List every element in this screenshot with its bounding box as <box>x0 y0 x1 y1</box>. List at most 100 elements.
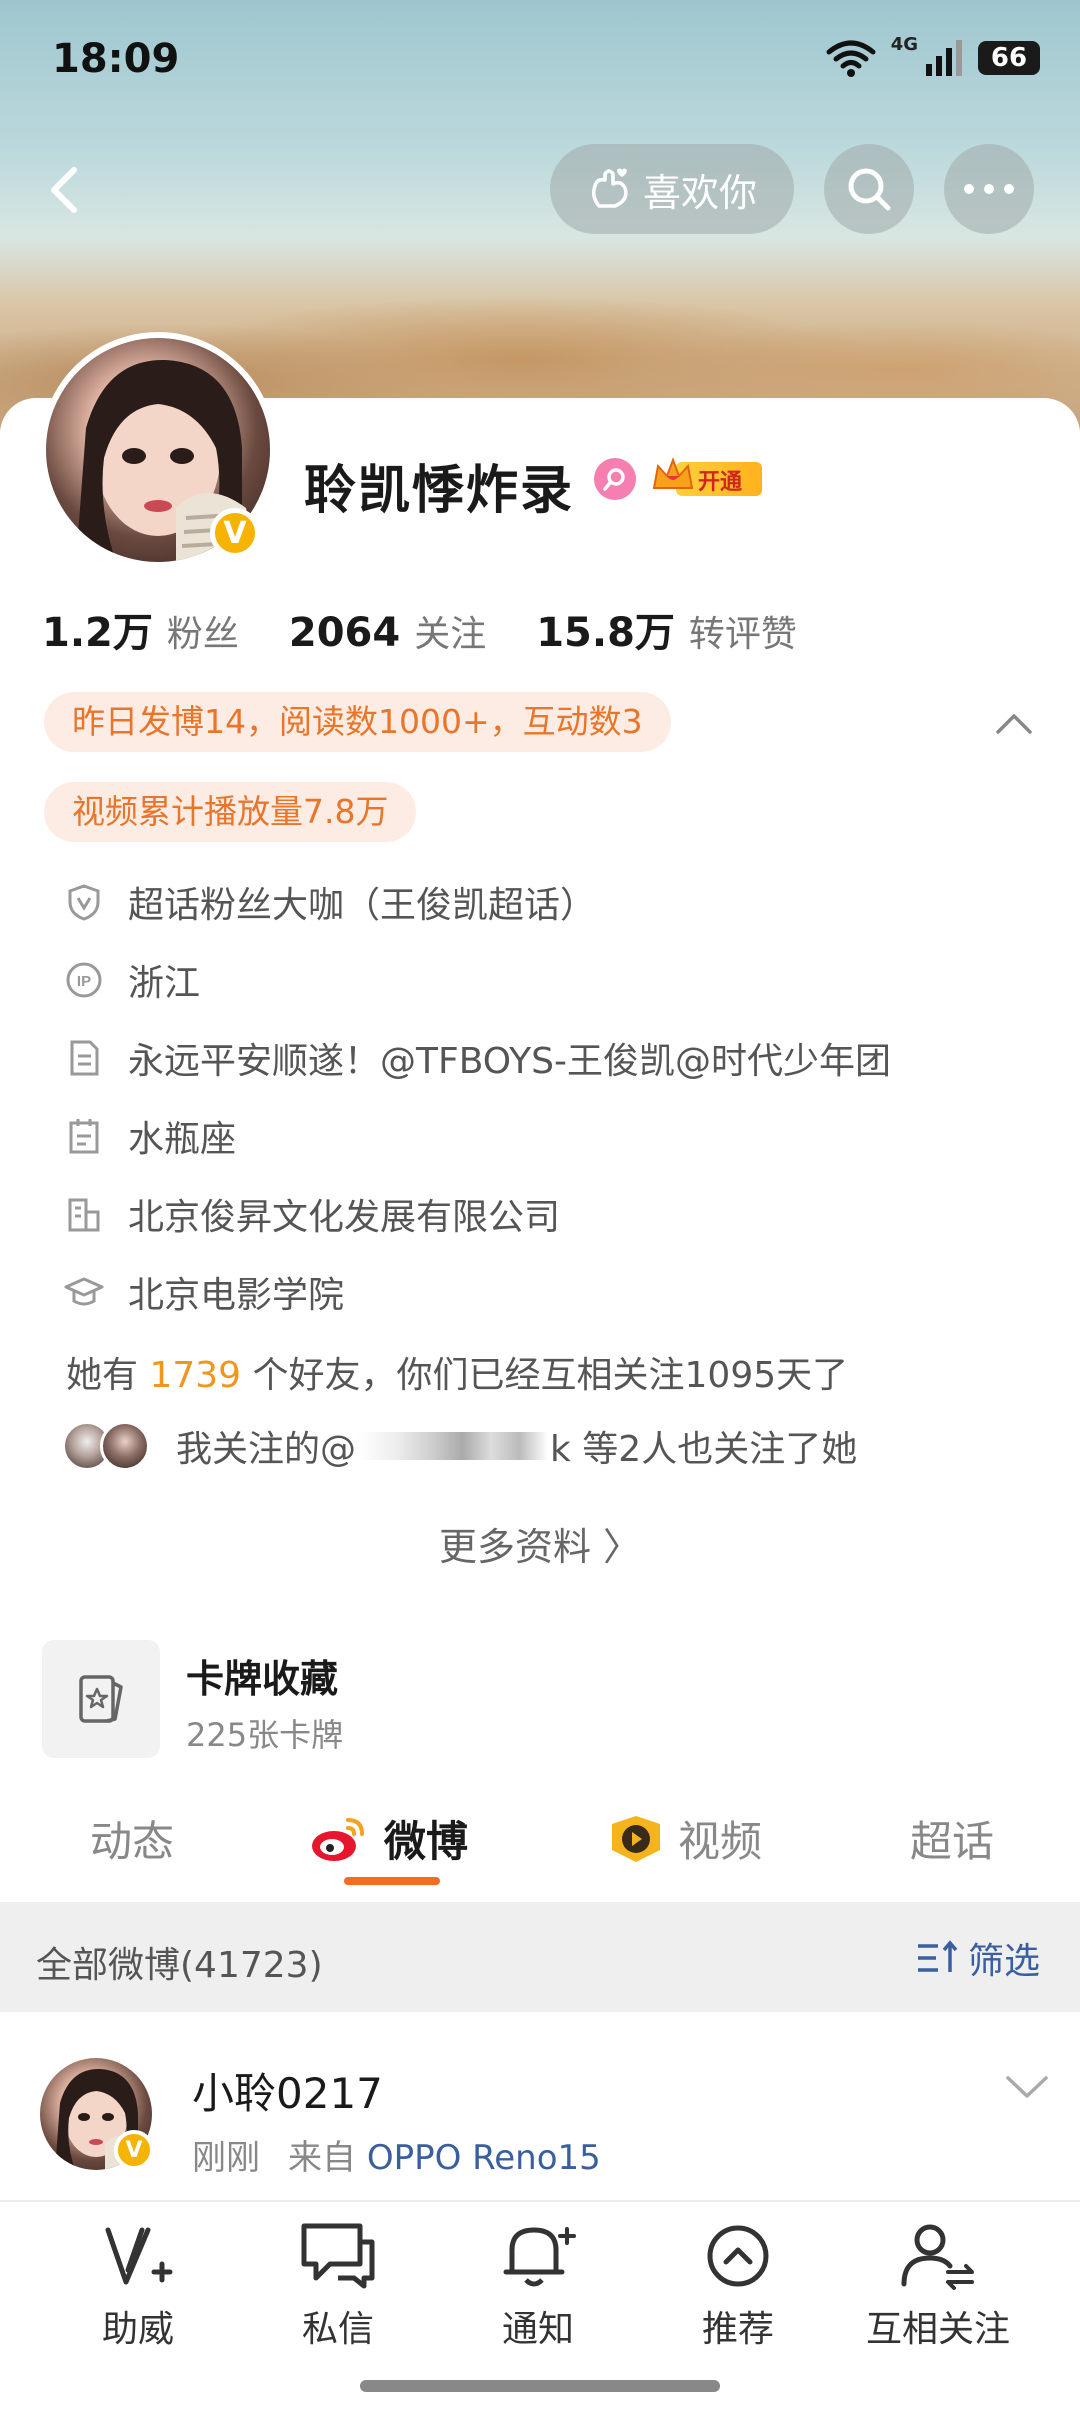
post-time: 刚刚 <box>192 2138 260 2178</box>
like-you-button[interactable]: 喜欢你 <box>550 144 794 234</box>
nav-label: 推荐 <box>701 2309 774 2350</box>
info-row-ip: IP 浙江 <box>64 954 200 1006</box>
tab-super-topic[interactable]: 超话 <box>910 1808 994 1869</box>
like-you-label: 喜欢你 <box>642 170 757 215</box>
card-icon <box>79 1675 123 1723</box>
info-text: 浙江 <box>128 963 201 1004</box>
following-count[interactable]: 2064 <box>289 610 400 656</box>
crown-icon <box>652 457 694 489</box>
followers-label[interactable]: 粉丝 <box>167 605 239 657</box>
nav-notifications[interactable]: 通知 <box>438 2220 638 2352</box>
tab-label: 动态 <box>90 1817 175 1866</box>
tab-label: 超话 <box>910 1817 995 1866</box>
weibo-icon <box>312 1817 364 1861</box>
verified-badge: V <box>114 2130 154 2170</box>
post-device[interactable]: OPPO Reno15 <box>367 2138 601 2178</box>
filter-icon <box>918 1940 958 1972</box>
info-row-school: 北京电影学院 <box>64 1266 344 1318</box>
info-row-bio: 永远平安顺遂！@TFBOYS-王俊凯@时代少年团 <box>64 1032 891 1084</box>
card-collection-thumb[interactable] <box>42 1640 160 1758</box>
calendar-icon <box>64 1116 104 1156</box>
interactions-label: 转评赞 <box>688 614 797 655</box>
chevron-left-icon <box>51 167 77 213</box>
nav-messages[interactable]: 私信 <box>238 2220 438 2352</box>
message-icon <box>301 2223 375 2289</box>
tab-video[interactable]: 视频 <box>608 1808 762 1869</box>
post-from: 来自 <box>288 2138 367 2178</box>
info-row-super-topic[interactable]: 超话粉丝大咖（王俊凯超话） <box>64 876 596 928</box>
svg-text:IP: IP <box>77 973 91 990</box>
post-author-name[interactable]: 小聆0217 <box>192 2060 383 2121</box>
card-collection-title[interactable]: 卡牌收藏 <box>186 1648 338 1703</box>
filter-label: 筛选 <box>968 1941 1041 1982</box>
nav-label: 通知 <box>501 2309 574 2350</box>
info-text: 超话粉丝大咖（王俊凯超话） <box>128 885 597 926</box>
chevron-up-icon <box>996 714 1032 734</box>
building-icon <box>64 1194 104 1234</box>
filter-button[interactable]: 筛选 <box>914 1932 1040 1984</box>
wifi-icon <box>826 40 876 77</box>
activity-pill-daily[interactable]: 昨日发博14，阅读数1000+，互动数3 <box>44 692 671 752</box>
more-info-link[interactable]: 更多资料 〉 <box>0 1516 1080 1571</box>
nav-label: 互相关注 <box>865 2309 1010 2350</box>
network-type: 4G <box>890 34 918 55</box>
mutual-follow-prefix: 我关注的@ <box>176 1429 357 1470</box>
post-menu-button[interactable] <box>1002 2066 1052 2106</box>
vip-open-button[interactable]: 开通 <box>650 454 762 502</box>
cheer-icon <box>105 2227 173 2285</box>
bell-icon <box>503 2227 576 2287</box>
friends-summary: 她有 1739 个好友，你们已经互相关注1095天了 <box>66 1346 848 1398</box>
hand-heart-icon <box>591 168 628 208</box>
info-text: 永远平安顺遂！@TFBOYS-王俊凯@时代少年团 <box>128 1041 891 1082</box>
info-row-company: 北京俊昇文化发展有限公司 <box>64 1188 560 1240</box>
nav-cheer[interactable]: 助威 <box>38 2220 238 2352</box>
nav-mutual-follow[interactable]: 互相关注 <box>838 2220 1038 2352</box>
following-label[interactable]: 关注 <box>414 605 486 657</box>
tab-label: 微博 <box>384 1817 469 1866</box>
tab-weibo[interactable]: 微博 <box>310 1808 468 1869</box>
friends-prefix: 她有 <box>66 1355 150 1396</box>
profile-stats: 1.2万 粉丝 2064 关注 15.8万 转评赞 <box>42 600 847 658</box>
document-icon <box>64 1038 104 1078</box>
followers-count[interactable]: 1.2万 <box>42 600 153 658</box>
nav-label: 私信 <box>301 2309 374 2350</box>
nav-recommend[interactable]: 推荐 <box>638 2220 838 2352</box>
mutual-follow-icon <box>901 2224 974 2290</box>
card-collection-subtitle: 225张卡牌 <box>186 1716 344 1754</box>
redacted-username <box>358 1432 549 1460</box>
mutual-follow-suffix: k 等2人也关注了她 <box>550 1429 858 1470</box>
nav-label: 助威 <box>101 2309 174 2350</box>
info-text: 北京俊昇文化发展有限公司 <box>128 1197 561 1238</box>
ip-icon: IP <box>64 960 104 1000</box>
interactions-count: 15.8万 <box>536 610 675 656</box>
more-dots-icon <box>964 184 1014 194</box>
recommend-icon <box>707 2225 769 2287</box>
all-posts-count: 全部微博(41723) <box>36 1945 323 1986</box>
status-time: 18:09 <box>52 36 180 82</box>
profile-name: 聆凯悸炸录 <box>304 461 575 521</box>
search-icon <box>848 168 891 211</box>
home-indicator[interactable] <box>360 2380 720 2392</box>
back-button[interactable] <box>36 160 96 220</box>
info-text: 水瓶座 <box>128 1119 237 1160</box>
friends-count[interactable]: 1739 <box>149 1355 241 1396</box>
chevron-down-icon <box>1006 2076 1048 2098</box>
mutual-follow-row[interactable]: 我关注的@ k 等2人也关注了她 <box>62 1420 857 1472</box>
collapse-button[interactable] <box>990 704 1038 744</box>
verified-badge: V <box>210 508 260 558</box>
video-icon <box>612 1815 660 1862</box>
activity-pill-video[interactable]: 视频累计播放量7.8万 <box>44 782 417 842</box>
graduation-cap-icon <box>64 1272 104 1312</box>
info-row-zodiac: 水瓶座 <box>64 1110 236 1162</box>
super-topic-icon[interactable] <box>594 458 636 500</box>
search-button[interactable] <box>824 144 914 234</box>
tab-feed[interactable]: 动态 <box>90 1808 174 1869</box>
post-meta: 刚刚 来自 OPPO Reno15 <box>192 2130 601 2179</box>
shield-v-icon <box>64 882 104 922</box>
active-tab-indicator <box>344 1877 440 1885</box>
more-options-button[interactable] <box>944 144 1034 234</box>
signal-icon <box>926 40 962 76</box>
info-text: 北京电影学院 <box>128 1275 345 1316</box>
tab-label: 视频 <box>678 1817 763 1866</box>
battery-indicator: 66 <box>978 41 1040 75</box>
